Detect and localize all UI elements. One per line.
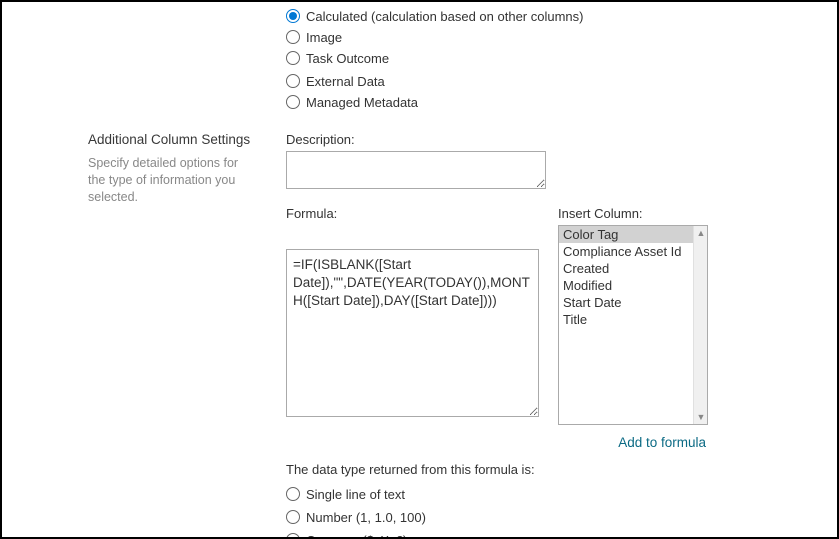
section-body: Description: Formula: Insert Column: Col…	[286, 132, 817, 539]
radio-calculated[interactable]: Calculated (calculation based on other c…	[286, 6, 817, 26]
add-to-formula-link[interactable]: Add to formula	[286, 435, 706, 450]
radio-icon	[286, 510, 300, 524]
radio-label: Task Outcome	[306, 51, 389, 66]
radio-icon	[286, 95, 300, 109]
additional-settings-section: Additional Column Settings Specify detai…	[22, 132, 817, 539]
radio-label: Calculated (calculation based on other c…	[306, 9, 584, 24]
insert-column-label: Insert Column:	[558, 206, 708, 221]
radio-icon	[286, 487, 300, 501]
column-settings-panel: Calculated (calculation based on other c…	[0, 0, 839, 539]
radio-icon	[286, 533, 300, 539]
radio-external-data[interactable]: External Data	[286, 71, 817, 91]
radio-label: Currency ($, ¥, €)	[306, 533, 407, 539]
radio-label: Managed Metadata	[306, 95, 418, 110]
list-item[interactable]: Color Tag	[559, 226, 693, 243]
return-type-section: The data type returned from this formula…	[286, 462, 817, 539]
column-type-radios: Calculated (calculation based on other c…	[286, 6, 817, 112]
insert-column-col: Insert Column: Color Tag Compliance Asse…	[558, 206, 708, 425]
return-type-radios: Single line of text Number (1, 1.0, 100)…	[286, 483, 817, 539]
radio-icon	[286, 9, 300, 23]
list-item[interactable]: Title	[559, 311, 693, 328]
return-type-label: The data type returned from this formula…	[286, 462, 817, 477]
insert-column-listbox[interactable]: Color Tag Compliance Asset Id Created Mo…	[558, 225, 708, 425]
radio-icon	[286, 74, 300, 88]
list-item[interactable]: Modified	[559, 277, 693, 294]
radio-label: Single line of text	[306, 487, 405, 502]
listbox-items: Color Tag Compliance Asset Id Created Mo…	[559, 226, 693, 424]
radio-image[interactable]: Image	[286, 27, 817, 47]
formula-label: Formula:	[286, 206, 546, 221]
radio-number[interactable]: Number (1, 1.0, 100)	[286, 506, 817, 528]
formula-row: Formula: Insert Column: Color Tag Compli…	[286, 206, 817, 425]
formula-input[interactable]	[286, 249, 539, 417]
chevron-down-icon[interactable]: ▼	[694, 410, 708, 424]
radio-label: Image	[306, 30, 342, 45]
scrollbar[interactable]: ▲ ▼	[693, 226, 707, 424]
section-title: Additional Column Settings	[88, 132, 256, 147]
description-label: Description:	[286, 132, 817, 147]
chevron-up-icon[interactable]: ▲	[694, 226, 708, 240]
radio-single-line[interactable]: Single line of text	[286, 483, 817, 505]
radio-label: Number (1, 1.0, 100)	[306, 510, 426, 525]
radio-icon	[286, 30, 300, 44]
section-description: Specify detailed options for the type of…	[88, 155, 256, 206]
section-aside: Additional Column Settings Specify detai…	[22, 132, 286, 539]
radio-icon	[286, 51, 300, 65]
list-item[interactable]: Created	[559, 260, 693, 277]
radio-task-outcome[interactable]: Task Outcome	[286, 48, 817, 68]
list-item[interactable]: Compliance Asset Id	[559, 243, 693, 260]
radio-label: External Data	[306, 74, 385, 89]
list-item[interactable]: Start Date	[559, 294, 693, 311]
radio-managed-metadata[interactable]: Managed Metadata	[286, 92, 817, 112]
description-input[interactable]	[286, 151, 546, 189]
radio-currency[interactable]: Currency ($, ¥, €)	[286, 529, 817, 539]
formula-col: Formula:	[286, 206, 546, 420]
